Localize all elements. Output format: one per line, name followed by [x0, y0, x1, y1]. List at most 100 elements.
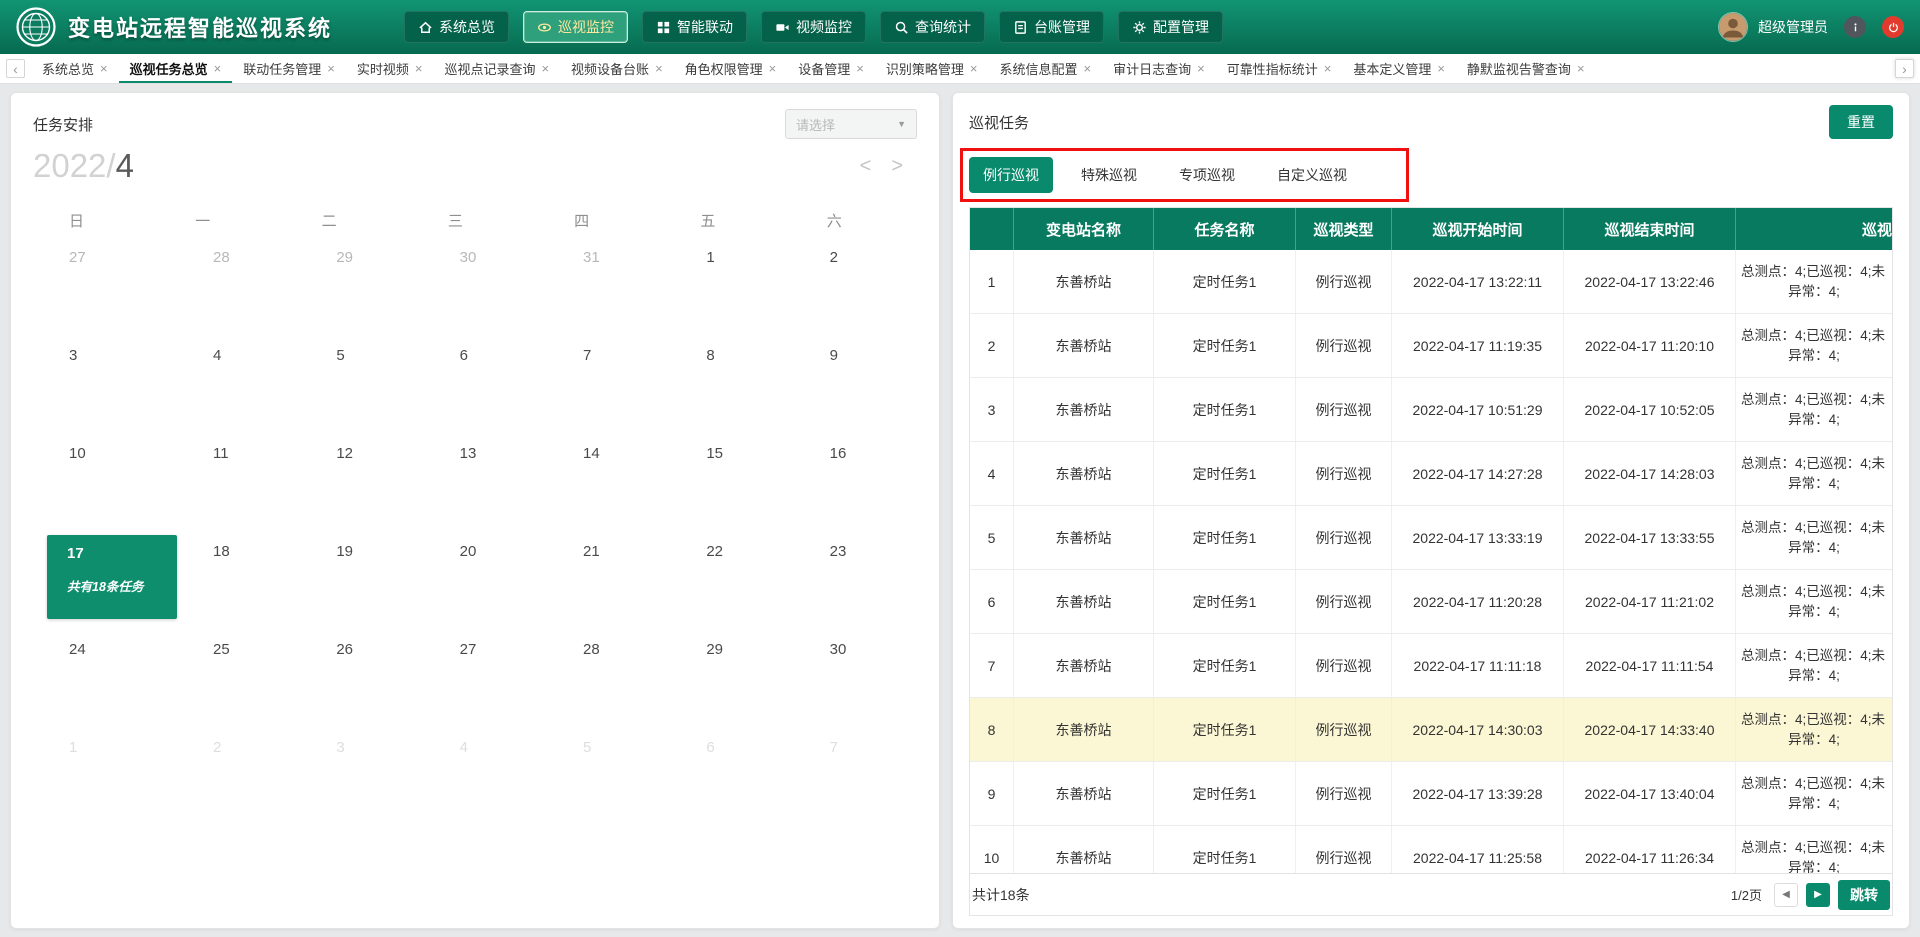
nav-inspection-monitor[interactable]: 巡视监控 — [523, 11, 628, 43]
close-icon[interactable]: × — [100, 62, 108, 75]
calendar-day[interactable]: 5 — [300, 339, 423, 437]
power-icon[interactable] — [1882, 16, 1904, 38]
calendar-day[interactable]: 1 — [670, 241, 793, 339]
calendar-day[interactable]: 3 — [300, 731, 423, 829]
close-icon[interactable]: × — [655, 62, 663, 75]
calendar-day[interactable]: 31 — [547, 241, 670, 339]
close-icon[interactable]: × — [1437, 62, 1445, 75]
close-icon[interactable]: × — [769, 62, 777, 75]
calendar-day[interactable]: 15 — [670, 437, 793, 535]
calendar-day[interactable]: 20 — [424, 535, 547, 633]
calendar-day[interactable]: 21 — [547, 535, 670, 633]
close-icon[interactable]: × — [541, 62, 549, 75]
tab-item[interactable]: 巡视任务总览 × — [119, 54, 233, 83]
calendar-day[interactable]: 22 — [670, 535, 793, 633]
calendar-day[interactable]: 4 — [177, 339, 300, 437]
tab-item[interactable]: 视频设备台账 × — [560, 54, 674, 83]
avatar[interactable] — [1718, 12, 1748, 42]
calendar-day[interactable]: 19 — [300, 535, 423, 633]
table-row[interactable]: 8 东善桥站 定时任务1 例行巡视 2022-04-17 14:30:03 20… — [970, 698, 1892, 762]
tab-scroll-left-icon[interactable]: ‹ — [6, 59, 25, 78]
calendar-day[interactable]: 17 共有18条任务 — [33, 535, 177, 633]
calendar-day[interactable]: 24 — [33, 633, 177, 731]
calendar-day[interactable]: 30 — [424, 241, 547, 339]
tab-item[interactable]: 审计日志查询 × — [1102, 54, 1216, 83]
tab-item[interactable]: 系统信息配置 × — [988, 54, 1102, 83]
tab-item[interactable]: 实时视频 × — [346, 54, 434, 83]
inspection-type-tab[interactable]: 自定义巡视 — [1263, 157, 1361, 193]
table-row[interactable]: 7 东善桥站 定时任务1 例行巡视 2022-04-17 11:11:18 20… — [970, 634, 1892, 698]
calendar-day[interactable]: 29 — [670, 633, 793, 731]
nav-video-monitor[interactable]: 视频监控 — [761, 11, 866, 43]
inspection-type-tab[interactable]: 专项巡视 — [1165, 157, 1249, 193]
calendar-day[interactable]: 4 — [424, 731, 547, 829]
calendar-day[interactable]: 30 — [794, 633, 917, 731]
table-row[interactable]: 6 东善桥站 定时任务1 例行巡视 2022-04-17 11:20:28 20… — [970, 570, 1892, 634]
calendar-day[interactable]: 3 — [33, 339, 177, 437]
close-icon[interactable]: × — [970, 62, 978, 75]
calendar-day[interactable]: 7 — [794, 731, 917, 829]
calendar-day[interactable]: 2 — [177, 731, 300, 829]
nav-smart-linkage[interactable]: 智能联动 — [642, 11, 747, 43]
calendar-day[interactable]: 13 — [424, 437, 547, 535]
close-icon[interactable]: × — [1084, 62, 1092, 75]
calendar-day[interactable]: 28 — [177, 241, 300, 339]
calendar-day[interactable]: 18 — [177, 535, 300, 633]
calendar-day[interactable]: 1 — [33, 731, 177, 829]
calendar-day[interactable]: 26 — [300, 633, 423, 731]
calendar-day[interactable]: 11 — [177, 437, 300, 535]
close-icon[interactable]: × — [415, 62, 423, 75]
table-row[interactable]: 10 东善桥站 定时任务1 例行巡视 2022-04-17 11:25:58 2… — [970, 826, 1892, 873]
close-icon[interactable]: × — [856, 62, 864, 75]
calendar-day[interactable]: 6 — [670, 731, 793, 829]
calendar-day[interactable]: 12 — [300, 437, 423, 535]
calendar-day[interactable]: 14 — [547, 437, 670, 535]
close-icon[interactable]: × — [1324, 62, 1332, 75]
calendar-day[interactable]: 10 — [33, 437, 177, 535]
inspection-type-tab[interactable]: 例行巡视 — [969, 157, 1053, 193]
prev-page-icon[interactable]: ◀ — [1774, 883, 1798, 907]
close-icon[interactable]: × — [1577, 62, 1585, 75]
calendar-day[interactable]: 27 — [33, 241, 177, 339]
tab-item[interactable]: 基本定义管理 × — [1342, 54, 1456, 83]
calendar-day[interactable]: 29 — [300, 241, 423, 339]
tab-item[interactable]: 角色权限管理 × — [674, 54, 788, 83]
calendar-day[interactable]: 27 — [424, 633, 547, 731]
jump-button[interactable]: 跳转 — [1838, 880, 1890, 910]
calendar-day[interactable]: 6 — [424, 339, 547, 437]
close-icon[interactable]: × — [1197, 62, 1205, 75]
table-row[interactable]: 1 东善桥站 定时任务1 例行巡视 2022-04-17 13:22:11 20… — [970, 250, 1892, 314]
next-month-icon[interactable]: > — [891, 155, 903, 178]
calendar-day[interactable]: 5 — [547, 731, 670, 829]
calendar-day[interactable]: 28 — [547, 633, 670, 731]
schedule-type-select[interactable]: 请选择 ▼ — [785, 109, 917, 139]
tab-item[interactable]: 静默监视告警查询 × — [1456, 54, 1596, 83]
calendar-day[interactable]: 16 — [794, 437, 917, 535]
close-icon[interactable]: × — [327, 62, 335, 75]
info-icon[interactable] — [1844, 16, 1866, 38]
calendar-day[interactable]: 7 — [547, 339, 670, 437]
table-row[interactable]: 9 东善桥站 定时任务1 例行巡视 2022-04-17 13:39:28 20… — [970, 762, 1892, 826]
tab-item[interactable]: 设备管理 × — [787, 54, 875, 83]
tab-item[interactable]: 巡视点记录查询 × — [433, 54, 560, 83]
table-row[interactable]: 5 东善桥站 定时任务1 例行巡视 2022-04-17 13:33:19 20… — [970, 506, 1892, 570]
reset-button[interactable]: 重置 — [1829, 105, 1893, 139]
nav-query-stats[interactable]: 查询统计 — [880, 11, 985, 43]
next-page-icon[interactable]: ▶ — [1806, 883, 1830, 907]
tab-item[interactable]: 系统总览 × — [31, 54, 119, 83]
calendar-day[interactable]: 23 — [794, 535, 917, 633]
nav-ledger-management[interactable]: 台账管理 — [999, 11, 1104, 43]
nav-config-management[interactable]: 配置管理 — [1118, 11, 1223, 43]
inspection-type-tab[interactable]: 特殊巡视 — [1067, 157, 1151, 193]
calendar-day[interactable]: 8 — [670, 339, 793, 437]
tab-scroll-right-icon[interactable]: › — [1895, 59, 1914, 78]
tab-item[interactable]: 可靠性指标统计 × — [1216, 54, 1343, 83]
table-row[interactable]: 4 东善桥站 定时任务1 例行巡视 2022-04-17 14:27:28 20… — [970, 442, 1892, 506]
prev-month-icon[interactable]: < — [860, 155, 872, 178]
calendar-day[interactable]: 2 — [794, 241, 917, 339]
close-icon[interactable]: × — [214, 62, 222, 75]
tab-item[interactable]: 联动任务管理 × — [232, 54, 346, 83]
calendar-day[interactable]: 9 — [794, 339, 917, 437]
nav-system-overview[interactable]: 系统总览 — [404, 11, 509, 43]
tab-item[interactable]: 识别策略管理 × — [875, 54, 989, 83]
